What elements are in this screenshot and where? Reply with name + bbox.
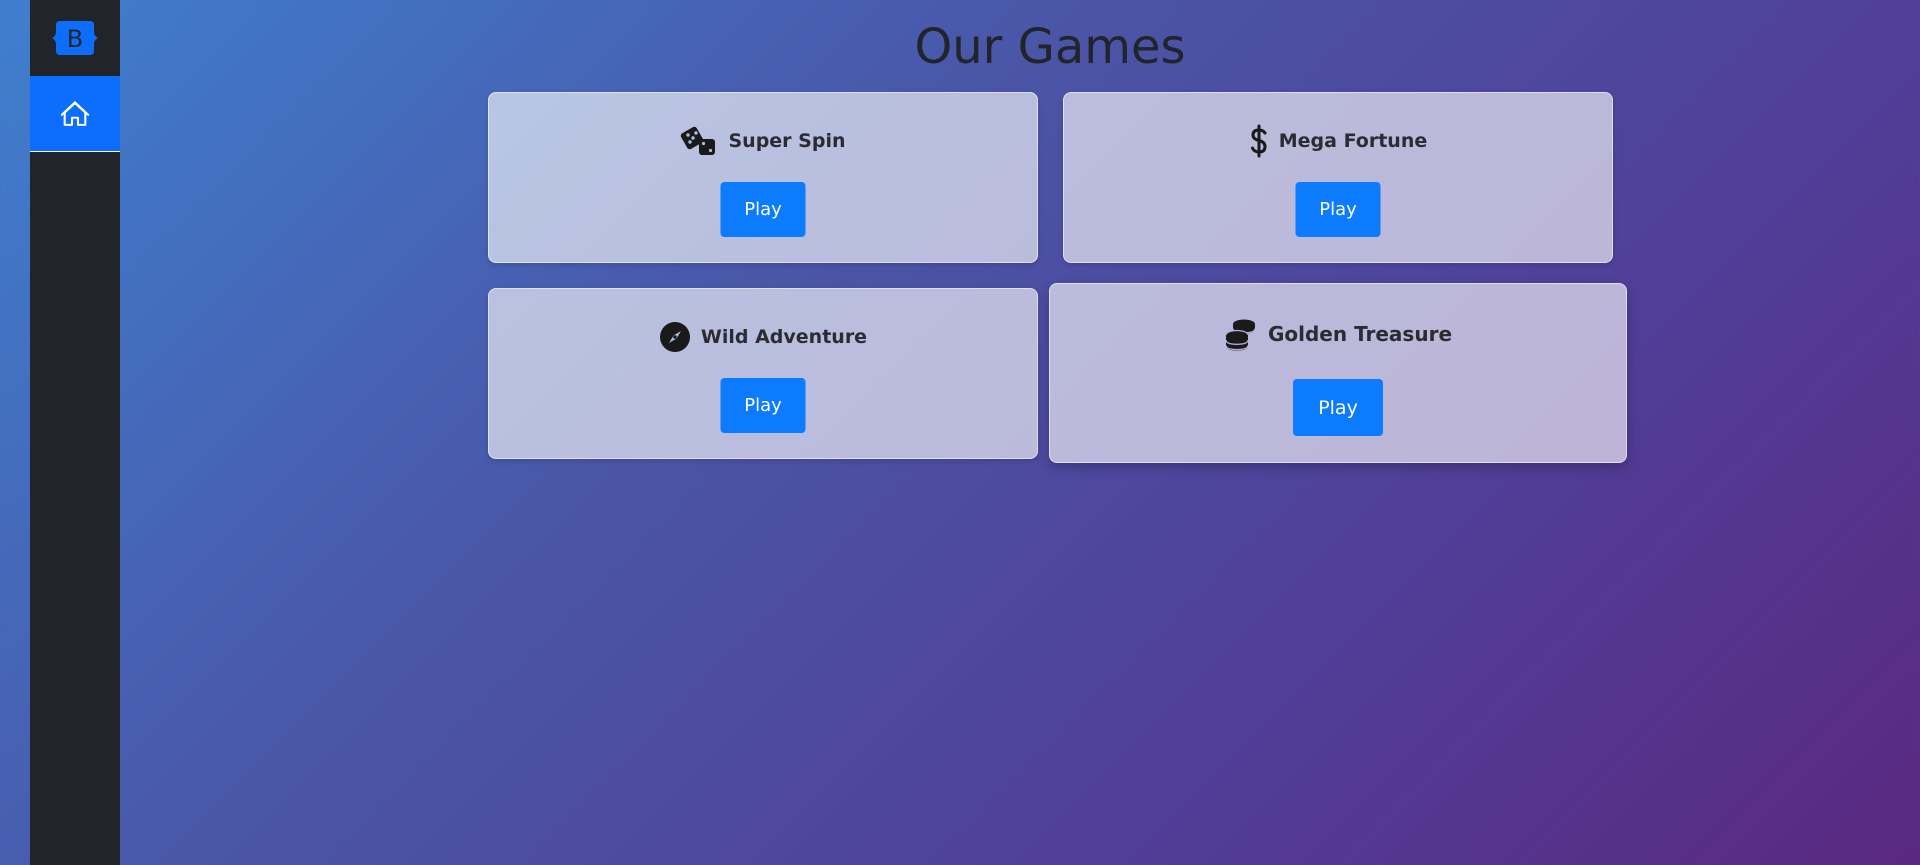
play-button[interactable]: Play — [1295, 182, 1381, 237]
sidebar: B — [30, 0, 120, 865]
game-card-name: Wild Adventure — [700, 326, 868, 348]
game-card-mega-fortune: Mega Fortune Play — [1063, 92, 1613, 263]
coins-icon — [1224, 317, 1258, 351]
house-icon — [60, 100, 90, 126]
game-card-title: Golden Treasure — [1050, 315, 1626, 353]
game-card-name: Golden Treasure — [1267, 322, 1453, 346]
sidebar-item-home[interactable] — [30, 76, 120, 152]
game-card-title: Super Spin — [489, 123, 1037, 159]
play-button[interactable]: Play — [720, 182, 806, 237]
play-button[interactable]: Play — [720, 378, 806, 433]
page-title: Our Games — [914, 19, 1186, 75]
game-card-title: Wild Adventure — [489, 319, 1037, 355]
game-card-name: Mega Fortune — [1278, 130, 1428, 152]
game-card-title: Mega Fortune — [1064, 123, 1612, 159]
game-card-wild-adventure: Wild Adventure Play — [488, 288, 1038, 459]
game-card-super-spin: Super Spin Play — [488, 92, 1038, 263]
dice-icon — [680, 125, 718, 157]
compass-icon — [659, 321, 691, 353]
dollar-icon — [1249, 124, 1269, 158]
play-button[interactable]: Play — [1293, 379, 1383, 436]
game-card-golden-treasure: Golden Treasure Play — [1049, 283, 1627, 463]
game-card-name: Super Spin — [728, 130, 846, 152]
